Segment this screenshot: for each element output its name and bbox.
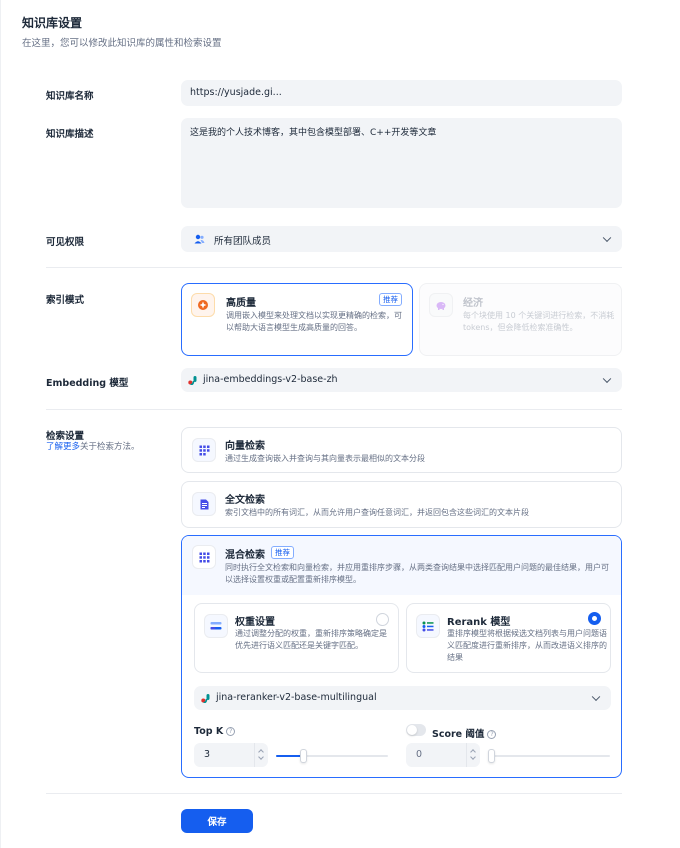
stepper-arrows[interactable] <box>254 743 268 767</box>
chevron-down-icon <box>602 233 612 243</box>
divider <box>46 267 622 268</box>
toggle-knob <box>407 725 417 735</box>
vector-search-icon <box>192 438 216 462</box>
index-high-quality-card[interactable]: 高质量 推荐 调用嵌入模型来处理文档以实现更精确的检索，可以帮助大语言模型生成高… <box>181 283 413 356</box>
recommended-badge: 推荐 <box>271 546 294 559</box>
rerank-model-title: Rerank 模型 <box>447 617 511 628</box>
fulltext-search-desc: 索引文档中的所有词汇，从而允许用户查询任意词汇，并返回包含这些词汇的文本片段 <box>225 508 529 517</box>
rerank-model-radio[interactable] <box>588 612 601 625</box>
vector-search-title: 向量检索 <box>225 441 265 452</box>
weight-settings-title: 权重设置 <box>235 617 275 628</box>
fulltext-search-card[interactable]: 全文检索 索引文档中的所有词汇，从而允许用户查询任意词汇，并返回包含这些词汇的文… <box>181 481 622 528</box>
score-threshold-stepper[interactable]: 0 <box>406 743 480 767</box>
divider <box>46 793 622 794</box>
fulltext-search-icon <box>192 492 216 516</box>
embedding-value: jina-embeddings-v2-base-zh <box>203 374 338 385</box>
visibility-label: 可见权限 <box>46 237 85 248</box>
index-economy-card[interactable]: 经济 每个块使用 10 个关键词进行检索，不消耗 tokens，但会降低检索准确… <box>419 283 622 356</box>
jina-logo-icon <box>188 376 197 385</box>
hybrid-search-desc: 同时执行全文检索和向量检索，并应用重排序步骤，从两类查询结果中选择匹配用户问题的… <box>225 563 609 584</box>
description-label: 知识库描述 <box>46 129 94 140</box>
top-k-slider[interactable] <box>276 749 388 763</box>
retrieval-help: 了解更多关于检索方法。 <box>46 440 140 452</box>
vector-search-card[interactable]: 向量检索 通过生成查询嵌入并查询与其向量表示最相似的文本分段 <box>181 427 622 473</box>
top-k-value: 3 <box>204 749 211 760</box>
rerank-model-select[interactable]: jina-reranker-v2-base-multilingual <box>194 686 611 710</box>
chevron-down-icon[interactable] <box>258 754 264 760</box>
score-threshold-toggle[interactable] <box>406 724 426 736</box>
top-k-label-text: Top K <box>194 726 224 737</box>
users-icon <box>194 234 205 244</box>
index-mode-label: 索引模式 <box>46 295 85 306</box>
name-input-value: https://yusjade.gi... <box>190 87 282 98</box>
knowledge-settings-page: 知识库设置 在这里，您可以修改此知识库的属性和检索设置 知识库名称 https:… <box>0 0 680 848</box>
score-threshold-label: Score 阈值? <box>432 726 497 740</box>
economy-title: 经济 <box>463 298 483 309</box>
recommended-badge: 推荐 <box>379 293 402 306</box>
weight-settings-radio[interactable] <box>376 613 389 626</box>
rerank-model-desc: 重排序模型将根据候选文档列表与用户问题语义匹配度进行重新排序，从而改进语义排序的… <box>447 629 607 662</box>
chevron-down-icon[interactable] <box>470 754 476 760</box>
page-subtitle: 在这里，您可以修改此知识库的属性和检索设置 <box>22 38 222 49</box>
name-label: 知识库名称 <box>46 91 94 102</box>
top-k-slider-thumb[interactable] <box>300 749 307 763</box>
jina-logo-icon <box>201 694 210 703</box>
page-title: 知识库设置 <box>22 16 83 30</box>
top-k-label: Top K? <box>194 726 236 737</box>
hybrid-search-title: 混合检索 <box>225 550 265 561</box>
name-input[interactable]: https://yusjade.gi... <box>181 80 622 106</box>
hybrid-search-icon <box>192 545 216 569</box>
rerank-icon <box>416 614 440 638</box>
help-icon[interactable]: ? <box>487 730 497 739</box>
piggy-bank-icon <box>429 293 453 317</box>
visibility-select[interactable]: 所有团队成员 <box>181 226 622 252</box>
score-threshold-value: 0 <box>416 749 423 760</box>
hybrid-search-card[interactable]: 混合检索 推荐 同时执行全文检索和向量检索，并应用重排序步骤，从两类查询结果中选… <box>181 535 622 778</box>
top-k-slider-fill <box>276 755 303 757</box>
embedding-label: Embedding 模型 <box>46 378 129 389</box>
learn-more-link[interactable]: 了解更多 <box>46 442 80 452</box>
high-quality-icon <box>191 293 215 317</box>
rerank-model-card[interactable]: Rerank 模型 重排序模型将根据候选文档列表与用户问题语义匹配度进行重新排序… <box>406 603 611 673</box>
stepper-arrows[interactable] <box>466 743 480 767</box>
visibility-value: 所有团队成员 <box>214 236 272 247</box>
description-value: 这是我的个人技术博客，其中包含模型部署、C++开发等文章 <box>190 128 437 138</box>
learn-more-suffix: 关于检索方法。 <box>80 442 140 452</box>
weight-settings-desc: 通过调整分配的权重，重新排序策略确定是优先进行语义匹配还是关键字匹配。 <box>235 629 387 650</box>
score-threshold-label-text: Score 阈值 <box>432 729 485 740</box>
score-threshold-slider[interactable] <box>488 749 610 763</box>
chevron-down-icon <box>602 374 612 384</box>
high-quality-title: 高质量 <box>226 298 256 309</box>
vector-search-desc: 通过生成查询嵌入并查询与其向量表示最相似的文本分段 <box>225 454 425 463</box>
top-k-stepper[interactable]: 3 <box>194 743 268 767</box>
chevron-down-icon <box>591 692 601 702</box>
fulltext-search-title: 全文检索 <box>225 495 265 506</box>
rerank-model-value: jina-reranker-v2-base-multilingual <box>216 692 377 703</box>
help-icon[interactable]: ? <box>226 727 236 736</box>
divider <box>46 409 622 410</box>
save-button[interactable]: 保存 <box>181 809 253 833</box>
score-threshold-slider-thumb[interactable] <box>488 749 495 763</box>
description-textarea[interactable]: 这是我的个人技术博客，其中包含模型部署、C++开发等文章 <box>181 118 622 208</box>
economy-desc: 每个块使用 10 个关键词进行检索，不消耗 tokens，但会降低检索准确性。 <box>463 311 615 332</box>
embedding-select[interactable]: jina-embeddings-v2-base-zh <box>181 368 622 392</box>
weight-icon <box>204 614 228 638</box>
weight-settings-card[interactable]: 权重设置 通过调整分配的权重，重新排序策略确定是优先进行语义匹配还是关键字匹配。 <box>194 603 399 673</box>
high-quality-desc: 调用嵌入模型来处理文档以实现更精确的检索，可以帮助大语言模型生成高质量的回答。 <box>226 311 402 332</box>
